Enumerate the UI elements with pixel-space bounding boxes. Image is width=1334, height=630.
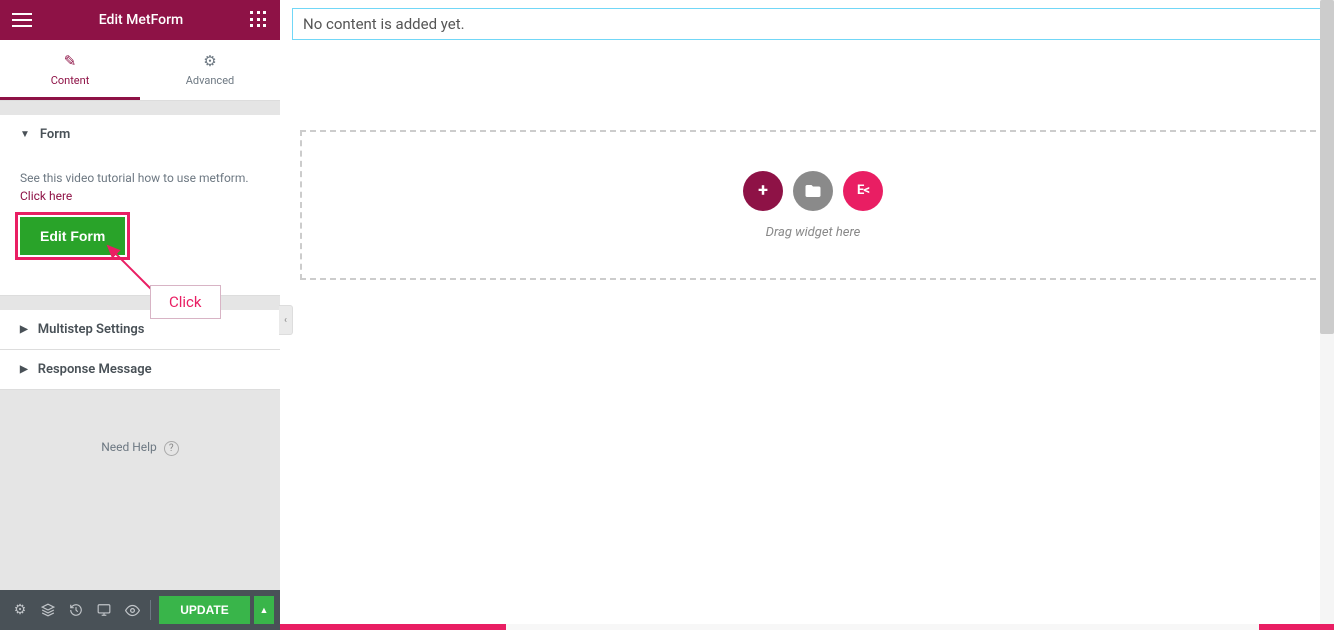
revisions-icon[interactable] <box>34 596 62 624</box>
page-title: Edit MetForm <box>32 12 250 28</box>
folder-icon <box>804 182 822 200</box>
drop-zone[interactable]: + E< Drag widget here <box>300 130 1326 280</box>
main-canvas: No content is added yet. + E< Drag widge… <box>280 0 1334 630</box>
history-icon[interactable] <box>62 596 90 624</box>
accordion-header-multistep[interactable]: ▶ Multistep Settings <box>0 310 280 350</box>
spacer <box>0 101 280 115</box>
accordion-body-form: See this video tutorial how to use metfo… <box>0 154 280 295</box>
help-link[interactable]: Click here <box>20 189 72 203</box>
elementskit-button[interactable]: E< <box>843 171 883 211</box>
sidebar-header: Edit MetForm <box>0 0 280 40</box>
help-icon: ? <box>164 441 179 456</box>
spacer <box>0 296 280 310</box>
tab-label: Content <box>51 74 90 87</box>
accordion-header-form[interactable]: ▼ Form <box>0 115 280 154</box>
content-banner[interactable]: No content is added yet. <box>292 8 1326 40</box>
drop-buttons: + E< <box>743 171 883 211</box>
chevron-down-icon: ▼ <box>20 129 30 140</box>
need-help[interactable]: Need Help ? <box>0 390 280 506</box>
preview-icon[interactable] <box>118 596 146 624</box>
responsive-icon[interactable] <box>90 596 118 624</box>
scrollbar-thumb[interactable] <box>1320 0 1334 334</box>
tab-label: Advanced <box>186 74 234 87</box>
collapse-sidebar-button[interactable]: ‹ <box>279 305 293 335</box>
accordion-header-response[interactable]: ▶ Response Message <box>0 350 280 390</box>
settings-icon[interactable]: ⚙ <box>6 596 34 624</box>
update-dropdown[interactable]: ▲ <box>254 596 274 624</box>
help-text: See this video tutorial how to use metfo… <box>20 169 260 205</box>
accordion-title: Response Message <box>38 362 152 377</box>
divider <box>150 600 151 620</box>
bottom-strip <box>280 624 1334 630</box>
chevron-left-icon: ‹ <box>284 315 287 326</box>
scrollbar[interactable] <box>1320 0 1334 630</box>
accordion-form: ▼ Form See this video tutorial how to us… <box>0 115 280 296</box>
drag-hint: Drag widget here <box>766 225 861 240</box>
widgets-icon[interactable] <box>250 11 268 29</box>
gear-icon: ⚙ <box>140 52 280 70</box>
template-button[interactable] <box>793 171 833 211</box>
bottom-bar: ⚙ UPDATE ▲ <box>0 590 280 630</box>
add-section-button[interactable]: + <box>743 171 783 211</box>
menu-icon[interactable] <box>12 13 32 27</box>
accordion-title: Form <box>40 127 70 142</box>
chevron-right-icon: ▶ <box>20 364 28 375</box>
update-button[interactable]: UPDATE <box>159 596 250 624</box>
chevron-right-icon: ▶ <box>20 324 28 335</box>
sidebar: Edit MetForm ✎ Content ⚙ Advanced ▼ Form… <box>0 0 280 630</box>
accordion-title: Multistep Settings <box>38 322 145 337</box>
tab-advanced[interactable]: ⚙ Advanced <box>140 40 280 100</box>
tabs: ✎ Content ⚙ Advanced <box>0 40 280 101</box>
tab-content[interactable]: ✎ Content <box>0 40 140 100</box>
ek-icon: E< <box>857 183 869 198</box>
edit-form-button[interactable]: Edit Form <box>20 217 125 255</box>
plus-icon: + <box>758 180 768 201</box>
pencil-icon: ✎ <box>0 52 140 70</box>
